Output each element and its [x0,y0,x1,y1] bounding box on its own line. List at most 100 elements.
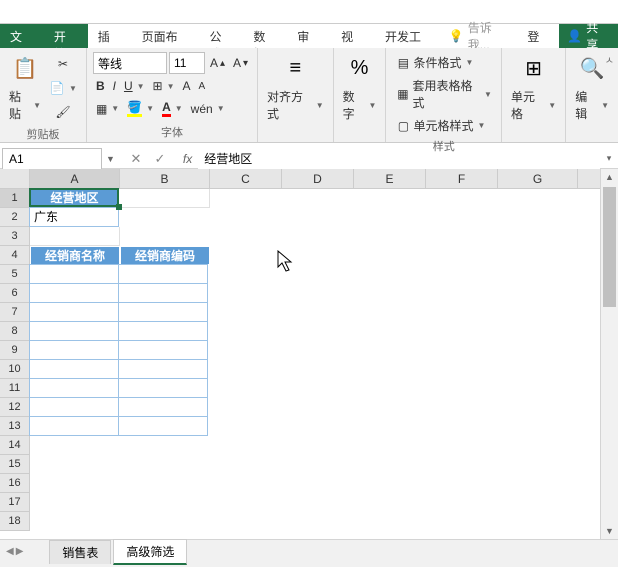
cell[interactable] [118,321,208,341]
col-header-c[interactable]: C [210,169,282,188]
tell-me[interactable]: 💡告诉我... [443,24,520,48]
paste-button[interactable]: 粘贴▼ [6,86,44,124]
row-header[interactable]: 12 [0,398,30,417]
decrease-font-button[interactable]: A▾ [230,54,251,72]
cell-a1[interactable]: 经营地区 [30,189,120,208]
scrollbar-thumb[interactable] [603,187,616,307]
font-smaller-button[interactable]: A [196,79,209,94]
tab-dev[interactable]: 开发工具 [375,24,443,48]
cell[interactable] [118,264,208,284]
sheet-tab-1[interactable]: 销售表 [49,540,111,564]
select-all-corner[interactable] [0,169,30,188]
cells-button[interactable]: 单元格▼ [508,86,559,124]
row-header[interactable]: 3 [0,227,30,246]
cell[interactable] [29,397,119,417]
italic-button[interactable]: I [110,77,119,95]
cell[interactable] [29,302,119,322]
row-header[interactable]: 14 [0,436,30,455]
row-header[interactable]: 17 [0,493,30,512]
number-button[interactable]: 数字▼ [340,86,380,124]
border-style-button[interactable]: ▦▼ [93,100,122,118]
cell-style-button[interactable]: ▢单元格样式▼ [392,115,495,136]
tab-file[interactable]: 文件 [0,24,44,48]
cell[interactable] [29,359,119,379]
border-button[interactable]: ⊞▼ [150,77,178,95]
cell[interactable] [29,378,119,398]
cell[interactable] [118,359,208,379]
cells-container[interactable]: 经营地区 广东 经销商名称 经销商编码 [30,189,600,531]
scroll-up-icon[interactable]: ▲ [601,169,618,185]
format-painter-button[interactable]: 🖌 [52,102,74,122]
row-header[interactable]: 15 [0,455,30,474]
cell-a4[interactable]: 经销商名称 [30,246,120,265]
font-larger-button[interactable]: A [180,77,194,95]
table-format-button[interactable]: ▦套用表格格式▼ [392,75,495,113]
cell[interactable] [29,264,119,284]
increase-font-button[interactable]: A▴ [207,54,228,72]
row-header[interactable]: 9 [0,341,30,360]
namebox-caret-icon[interactable]: ▼ [102,154,119,164]
cell[interactable] [118,397,208,417]
row-header[interactable]: 8 [0,322,30,341]
cell[interactable] [118,378,208,398]
cell[interactable] [29,283,119,303]
accept-formula-button[interactable]: ✓ [149,148,171,170]
cut-button[interactable]: ✂ [52,54,74,74]
cell[interactable] [118,283,208,303]
cell[interactable] [29,321,119,341]
col-header-d[interactable]: D [282,169,354,188]
sheet-tab-2[interactable]: 高级筛选 [113,539,187,565]
cell[interactable] [118,340,208,360]
cell[interactable] [30,227,120,246]
login-link[interactable]: 登录 [519,24,559,48]
tab-insert[interactable]: 插入 [88,24,132,48]
align-icon[interactable]: ≡ [279,52,311,84]
tab-layout[interactable]: 页面布局 [132,24,200,48]
row-header[interactable]: 16 [0,474,30,493]
cond-format-button[interactable]: ▤条件格式▼ [392,52,495,73]
cell[interactable] [118,302,208,322]
tab-formula[interactable]: 公式 [199,24,243,48]
font-name-select[interactable] [93,52,167,74]
scroll-down-icon[interactable]: ▼ [601,523,618,539]
bold-button[interactable]: B [93,77,108,95]
cell[interactable] [29,340,119,360]
expand-formula-bar-icon[interactable]: ▾ [600,153,618,164]
tab-data[interactable]: 数据 [243,24,287,48]
row-header[interactable]: 6 [0,284,30,303]
paste-icon[interactable]: 📋 [9,52,41,84]
col-header-b[interactable]: B [120,169,210,188]
row-header[interactable]: 1 [0,189,30,208]
row-header[interactable]: 10 [0,360,30,379]
name-box[interactable] [2,148,102,170]
tab-review[interactable]: 审阅 [287,24,331,48]
cell[interactable] [29,416,119,436]
cell[interactable] [120,189,210,208]
copy-button[interactable]: 📄▼ [46,78,80,98]
row-header[interactable]: 5 [0,265,30,284]
col-header-f[interactable]: F [426,169,498,188]
cells-icon[interactable]: ⊞ [518,52,550,84]
editing-button[interactable]: 编辑▼ [572,86,612,124]
fx-icon[interactable]: fx [177,152,198,166]
percent-icon[interactable]: % [344,52,376,84]
row-header[interactable]: 2 [0,208,30,227]
cancel-formula-button[interactable]: ✕ [125,148,147,170]
row-header[interactable]: 13 [0,417,30,436]
row-header[interactable]: 18 [0,512,30,531]
cell-a2[interactable]: 广东 [29,207,119,227]
editing-icon[interactable]: 🔍 [576,52,608,84]
align-button[interactable]: 对齐方式▼ [264,86,327,124]
tab-home[interactable]: 开始 [44,24,88,48]
cell-b4[interactable]: 经销商编码 [120,246,210,265]
col-header-e[interactable]: E [354,169,426,188]
sheet-prev-icon[interactable]: ◀ [6,546,14,557]
font-color-button[interactable]: A▼ [159,98,186,119]
fill-color-button[interactable]: 🪣▼ [124,98,157,119]
row-header[interactable]: 7 [0,303,30,322]
sheet-next-icon[interactable]: ▶ [16,546,24,557]
vertical-scrollbar[interactable]: ▲ ▼ [600,169,618,539]
share-button[interactable]: 👤共享 [559,24,618,48]
fill-handle[interactable] [116,204,122,210]
tab-view[interactable]: 视图 [331,24,375,48]
